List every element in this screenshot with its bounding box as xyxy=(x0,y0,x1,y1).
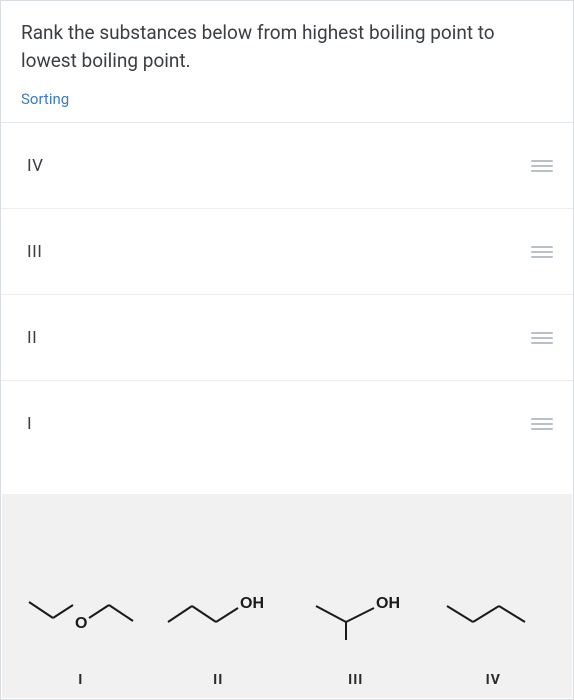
question-type-label: Sorting xyxy=(21,90,553,108)
sort-item-label: IV xyxy=(27,156,43,176)
molecule-n-propanol: OH xyxy=(158,588,278,644)
molecule-isopropanol: OH xyxy=(296,588,416,644)
drag-handle-icon[interactable] xyxy=(511,236,553,268)
structure-cell: OH III xyxy=(287,588,425,688)
structure-roman-label: II xyxy=(213,672,223,688)
question-prompt: Rank the substances below from highest b… xyxy=(21,19,553,74)
structure-roman-label: IV xyxy=(486,672,501,688)
sort-item[interactable]: I xyxy=(1,381,573,467)
drag-handle-icon[interactable] xyxy=(511,150,553,182)
molecule-butane xyxy=(433,588,553,644)
oxygen-atom-label: O xyxy=(75,615,87,632)
hydroxyl-label: OH xyxy=(376,595,400,612)
sort-item[interactable]: III xyxy=(1,209,573,295)
hydroxyl-label: OH xyxy=(240,595,264,612)
structure-roman-label: I xyxy=(78,672,83,688)
sort-item-label: II xyxy=(27,328,37,348)
sort-list: IV III II I xyxy=(1,123,573,467)
structure-row: O I OH II xyxy=(12,522,562,688)
structure-reference-panel: O I OH II xyxy=(2,494,572,698)
drag-handle-icon[interactable] xyxy=(511,322,553,354)
sort-item-label: III xyxy=(27,242,42,262)
structure-cell: O I xyxy=(12,588,150,688)
sort-item[interactable]: IV xyxy=(1,123,573,209)
drag-handle-icon[interactable] xyxy=(511,408,553,440)
sort-item[interactable]: II xyxy=(1,295,573,381)
molecule-ether: O xyxy=(21,588,141,644)
question-card: Rank the substances below from highest b… xyxy=(1,1,573,123)
sort-item-label: I xyxy=(27,414,32,434)
structure-roman-label: III xyxy=(348,672,363,688)
structure-cell: OH II xyxy=(150,588,288,688)
structure-cell: IV xyxy=(425,588,563,688)
